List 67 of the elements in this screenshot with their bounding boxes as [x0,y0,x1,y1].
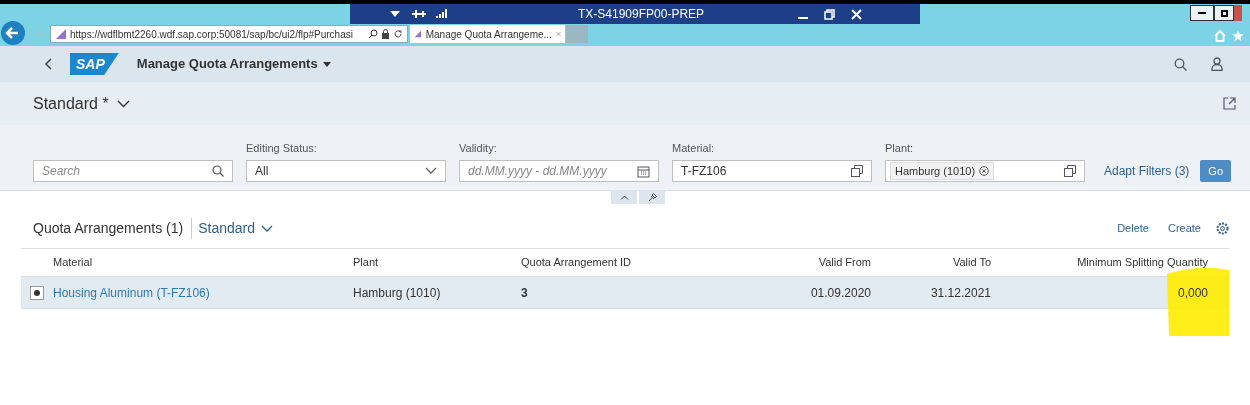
pin-button[interactable] [639,190,665,204]
calendar-icon [637,164,650,178]
go-button[interactable]: Go [1200,160,1232,182]
field-label: Validity: [459,142,498,154]
page-icon [55,28,67,40]
table-cell-text: 01.09.2020 [810,284,871,302]
material-link[interactable]: Housing Aluminum (T-FZ106) [53,283,210,302]
table-cell-text: 0,000 [1177,284,1208,302]
chevron-down-icon [261,224,273,232]
star-icon[interactable] [1232,30,1244,42]
value-help-icon [1064,165,1076,177]
page-icon [414,28,422,40]
radio-button[interactable] [30,285,44,300]
restore-icon[interactable] [824,8,835,20]
address-bar[interactable]: https://wdflbmt2260.wdf.sap.corp:50081/sap/bc/ui2/flp#Purchasi [50,25,408,43]
search-icon[interactable] [1174,57,1187,71]
caret-down-icon [322,61,331,67]
column-header: Material [53,255,93,271]
search-icon[interactable] [368,29,378,39]
refresh-icon[interactable] [393,29,403,39]
pin-icon[interactable] [412,9,426,19]
material-field[interactable]: T-FZ106 [672,160,872,182]
pin-icon [647,192,657,202]
url-text: https://wdflbmt2260.wdf.sap.corp:50081/sap/bc/ui2/flp#Purchasi [70,27,354,42]
column-header: Minimum Splitting Quantity [1077,255,1208,271]
back-icon[interactable] [44,58,52,70]
column-header: Quota Arrangement ID [521,255,632,271]
search-field[interactable]: Search [33,160,233,182]
date-range-field[interactable]: dd.MM.yyyy - dd.MM.yyyy [459,160,659,182]
column-header: Plant [353,255,379,271]
field-label: Editing Status: [246,142,318,154]
toolbar-action[interactable]: Create [1167,219,1201,237]
field-label: Plant: [885,142,915,154]
table-cell-text: 3 [521,284,528,302]
variant-selector[interactable]: Standard * [33,91,130,116]
lock-icon [381,29,390,39]
table-variant-selector[interactable]: Standard [198,217,273,239]
table-cell-text: 31.12.2021 [930,284,991,302]
chevron-down-icon [425,167,437,175]
browser-tab[interactable]: Manage Quota Arrangeme... [410,25,565,43]
settings-icon[interactable] [1216,221,1229,235]
caret-down-icon[interactable] [390,11,400,17]
share-icon[interactable] [1223,97,1236,110]
token[interactable]: Hamburg (1010) [890,161,995,181]
close-icon[interactable] [979,166,990,176]
toolbar-action[interactable]: Delete [1117,219,1149,237]
minimize-button[interactable] [1190,5,1214,21]
session-title: TX-S41909FP00-PREP [578,6,706,23]
tab-title: Manage Quota Arrangeme... [425,27,552,42]
table-title: Quota Arrangements (1) [33,217,193,239]
field-label: Material: [672,142,716,154]
column-header: Valid From [818,255,871,271]
search-icon [212,165,224,177]
chevron-down-icon [116,99,130,108]
value-help-icon [851,165,863,177]
sap-logo: SAP [70,53,119,75]
column-header: Valid To [952,255,991,271]
app-title-menu[interactable]: Manage Quota Arrangements [136,54,331,74]
plant-field[interactable]: Hamburg (1010) [885,160,1085,182]
user-icon[interactable] [1211,57,1223,71]
adapt-filters-link[interactable]: Adapt Filters (3) [1104,160,1190,182]
signal-icon [436,9,448,19]
back-icon[interactable] [1,21,25,45]
chevron-up-icon [619,194,629,200]
dropdown-field[interactable]: All [246,160,446,182]
restore-button[interactable] [1214,5,1234,21]
table-cell-text: Hamburg (1010) [353,284,441,302]
